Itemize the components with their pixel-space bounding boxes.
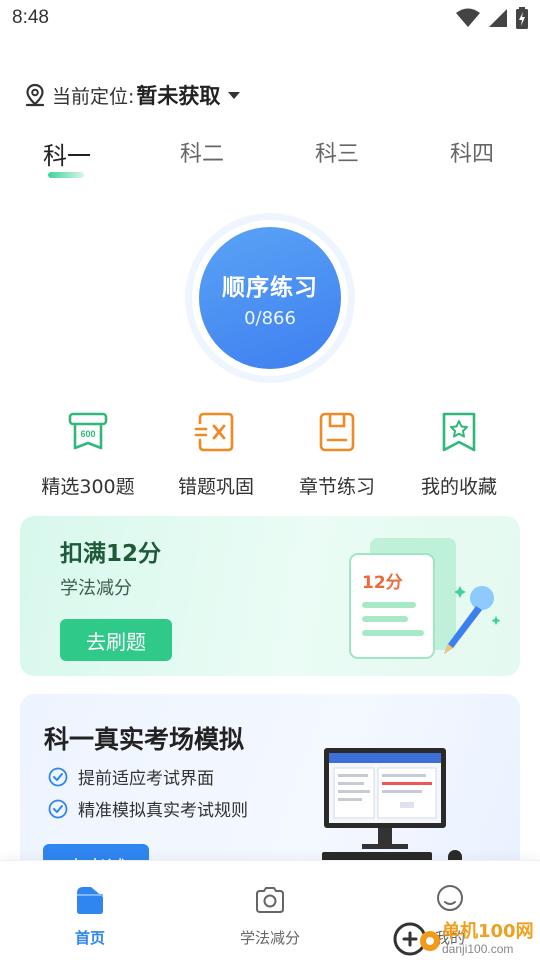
check-circle-icon (48, 767, 68, 786)
camera-icon (256, 887, 284, 913)
exam-feature-text: 精准模拟真实考试规则 (78, 801, 248, 821)
quick-action-label: 我的收藏 (420, 476, 497, 498)
practice-title: 顺序练习 (222, 274, 318, 301)
exam-300-icon: 600 (68, 412, 108, 450)
subject-tabs: 科一 科二 科三 科四 (0, 136, 540, 186)
tab-subject-3[interactable]: 科三 (297, 136, 377, 168)
status-bar: 8:48 (0, 0, 540, 36)
location-pin-icon (25, 83, 45, 107)
quick-action-label: 精选300题 (41, 476, 135, 498)
check-circle-icon (48, 799, 68, 818)
battery-icon (516, 7, 528, 29)
sequential-practice-button[interactable]: 顺序练习 0/866 (199, 227, 341, 369)
practice-progress: 0/866 (244, 307, 296, 329)
exam-300-badge: 600 (80, 429, 95, 439)
watermark-text: 单机100网 danji100.com (442, 921, 534, 956)
exam-feature-text: 提前适应考试界面 (78, 769, 214, 789)
favorites-icon (442, 412, 476, 452)
watermark-title: 单机100网 (442, 921, 534, 942)
exam-card-title: 科一真实考场模拟 (44, 725, 245, 754)
score-sheet-text: 12分 (362, 573, 403, 593)
nav-study-points[interactable]: 学法减分 (210, 883, 330, 948)
quick-action-chapter[interactable]: 章节练习 (277, 410, 397, 499)
nav-home[interactable]: 首页 (30, 883, 150, 948)
nav-home-label: 首页 (74, 929, 105, 947)
watermark-logo-icon (393, 922, 440, 956)
caret-down-icon (228, 91, 241, 99)
chapter-icon (319, 412, 355, 452)
site-watermark: 单机100网 danji100.com (392, 915, 534, 960)
points-card-subtitle: 学法减分 (60, 578, 132, 599)
tab-subject-2[interactable]: 科二 (162, 136, 242, 168)
location-value: 暂未获取 (136, 84, 221, 108)
points-reduction-card[interactable]: 扣满12分 学法减分 去刷题 12分 (20, 516, 520, 676)
location-selector[interactable]: 当前定位: 暂未获取 (24, 80, 241, 110)
watermark-url: danji100.com (442, 942, 514, 956)
status-time: 8:48 (12, 7, 49, 28)
quick-action-label: 错题巩固 (177, 476, 254, 498)
wrong-answers-icon (194, 412, 234, 452)
exam-feature-item: 精准模拟真实考试规则 (48, 796, 248, 821)
score-sheet-illustration: 12分 (349, 538, 501, 659)
quick-action-selected-300[interactable]: 600 精选300题 (28, 410, 148, 499)
points-card-title: 扣满12分 (60, 541, 162, 567)
quick-action-label: 章节练习 (298, 476, 375, 498)
exam-feature-item: 提前适应考试界面 (48, 764, 214, 789)
signal-icon (489, 9, 507, 27)
profile-icon (437, 885, 463, 911)
home-icon (77, 887, 103, 914)
wifi-icon (456, 8, 480, 27)
status-icons (456, 7, 528, 29)
location-label: 当前定位: (52, 85, 135, 108)
nav-study-points-label: 学法减分 (239, 929, 300, 947)
start-practice-button[interactable]: 去刷题 (60, 619, 172, 661)
tab-subject-1[interactable]: 科一 (27, 136, 107, 171)
active-tab-indicator (48, 172, 84, 178)
quick-action-wrong-answers[interactable]: 错题巩固 (156, 410, 276, 499)
tab-subject-4[interactable]: 科四 (432, 136, 512, 168)
quick-action-favorites[interactable]: 我的收藏 (399, 410, 519, 499)
